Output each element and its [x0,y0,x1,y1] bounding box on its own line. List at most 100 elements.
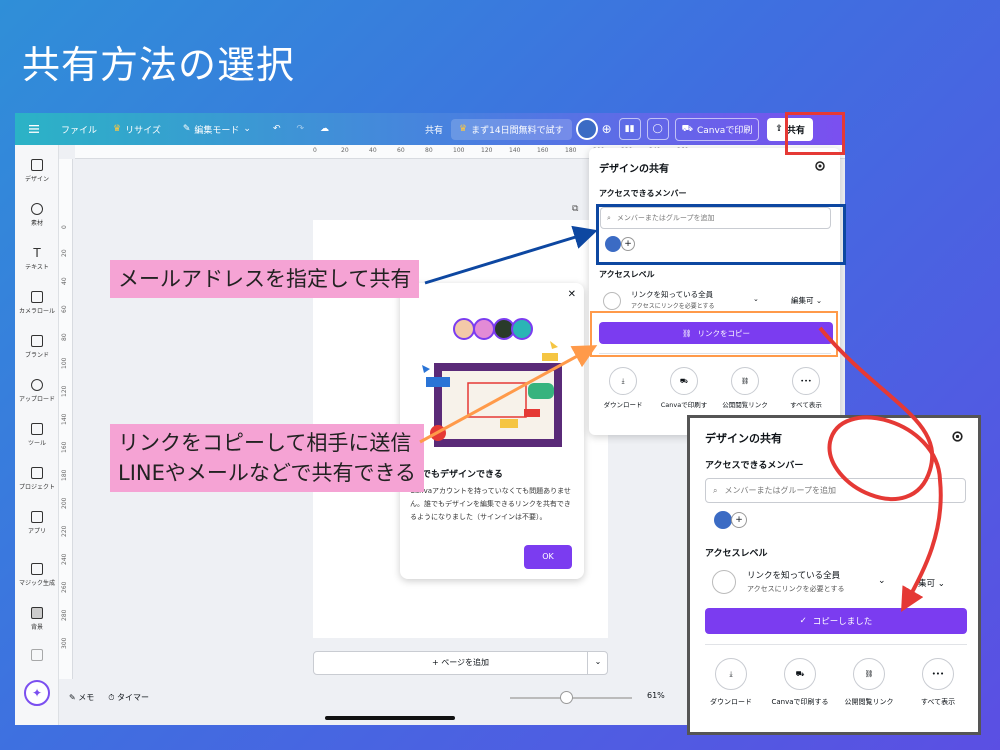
bar-chart-icon: ▮▮ [618,118,641,140]
action-label: ダウンロード [710,698,752,706]
search-placeholder: メンバーまたはグループを追加 [616,214,715,222]
sparkle-icon: ✦ [31,686,43,700]
action-label: ダウンロード [603,401,643,409]
access-option: リンクを知っている全員 [631,290,714,299]
sidebar-item-uploads[interactable]: アップロード [15,379,59,403]
chevron-down-icon: ⌄ [815,296,823,305]
ruler-tick-label: 140 [61,413,68,425]
members-label: アクセスできるメンバー [599,189,687,198]
close-icon[interactable]: ✕ [568,289,576,300]
avatar[interactable] [605,236,621,252]
timer-label: タイマー [117,692,150,702]
download-icon: ⤓ [609,367,637,395]
ruler-tick-label: 80 [61,333,68,341]
gear-icon[interactable] [814,160,826,172]
gear-icon[interactable] [951,430,964,443]
pencil-icon: ✎ [182,124,191,134]
avatar[interactable] [575,118,598,140]
sidebar-item-projects[interactable]: プロジェクト [15,467,59,491]
sidebar-item-text[interactable]: T テキスト [15,247,59,271]
share-button[interactable]: ⇪ 共有 [767,117,813,141]
undo-button[interactable]: ↶ [259,124,289,134]
link-icon: ⛓ [853,658,885,690]
file-menu[interactable]: ファイル [53,123,105,136]
ruler-tick-label: 120 [61,385,68,397]
collaborators[interactable]: ⊕ [572,118,616,140]
zoom-level[interactable]: 61% [647,691,665,700]
add-page-options-button[interactable]: ⌄ [587,651,608,675]
copied-label: コピーしました [812,617,873,627]
callout-text-line1: リンクをコピーして相手に送信 [118,431,412,455]
member-search-input[interactable]: ⌕ メンバーまたはグループを追加 [705,478,966,503]
share-panel-title: デザインの共有 [599,164,669,175]
copy-page-icon[interactable]: ⧉ [572,204,578,214]
magic-assistant-button[interactable]: ✦ [24,680,50,706]
save-status[interactable]: ☁ [312,124,337,134]
magic-image-icon [31,563,43,575]
ruler-tick-label: 160 [537,147,549,154]
timer-button[interactable]: ⏱ タイマー [108,692,149,703]
add-collaborator-icon[interactable]: ⊕ [602,122,612,136]
print-button[interactable]: ⛟ Canvaで印刷 [674,117,760,141]
download-button[interactable]: ⤓ ダウンロード [698,658,764,707]
sidebar-item-label: デザイン [24,176,49,183]
illustration [422,318,562,447]
sidebar-item-label: 素材 [30,220,43,227]
access-option[interactable]: リンクを知っている全員 [747,569,840,581]
undo-icon: ↶ [272,124,281,134]
access-level-label: アクセスレベル [599,270,655,279]
ruler-tick-label: 180 [565,147,577,154]
menu-button[interactable] [15,125,53,133]
ruler-tick-label: 220 [61,525,68,537]
sidebar-item-brand[interactable]: ブランド [15,335,59,359]
redo-button[interactable]: ↷ [288,124,312,134]
comments-button[interactable]: ◯ [644,118,672,140]
text-icon: T [33,246,41,260]
ok-button[interactable]: OK [524,545,572,569]
permission-dropdown[interactable]: 集可 ⌄ [918,577,945,589]
permission-dropdown[interactable]: 編集可 ⌄ [791,295,822,306]
ruler-tick-label: 160 [61,441,68,453]
member-search-input[interactable]: ⌕ メンバーまたはグループを追加 [600,207,831,229]
edit-mode-dropdown[interactable]: ✎ 編集モード ⌄ [169,123,259,136]
search-placeholder: メンバーまたはグループを追加 [724,486,837,495]
link-icon: ⛓ [731,367,759,395]
bar-chart-icon [31,649,43,661]
see-all-button[interactable]: ••• すべて表示 [777,367,835,410]
sidebar-item-background[interactable]: 背景 [15,607,59,631]
see-all-button[interactable]: ••• すべて表示 [905,658,971,707]
add-page-button[interactable]: + ページを追加 [313,651,608,675]
copied-status-button[interactable]: ✓ コピーしました [705,608,967,634]
public-view-link-button[interactable]: ⛓ 公開閲覧リンク [836,658,902,707]
copy-link-button[interactable]: ⛓ リンクをコピー [599,322,833,344]
print-with-canva-button[interactable]: ⛟ Canvaで印刷する [767,658,833,707]
resize-button[interactable]: ♛ リサイズ [105,123,169,136]
chevron-down-icon[interactable]: ⌄ [878,576,886,586]
sidebar-item-design[interactable]: デザイン [15,159,59,183]
sidebar-item-apps[interactable]: アプリ [15,511,59,535]
sidebar-item-tools[interactable]: ツール [15,423,59,447]
zoom-slider-handle[interactable] [560,691,573,704]
chevron-down-icon: ⌄ [753,295,759,303]
action-label: 公開閲覧リンク [844,698,894,706]
globe-icon [712,570,736,594]
ruler-tick-label: 200 [61,497,68,509]
action-label: 公開閲覧リンク [722,401,768,409]
chevron-down-icon: ⌄ [243,124,251,134]
print-with-canva-button[interactable]: ⛟ Canvaで印刷す [655,367,713,410]
sidebar-item-camera-roll[interactable]: カメラロール [15,291,59,315]
action-label: すべて表示 [790,401,822,409]
download-button[interactable]: ⤓ ダウンロード [594,367,652,410]
add-member-icon[interactable]: + [731,512,747,528]
avatar[interactable] [714,511,732,529]
sidebar-item-charts[interactable] [15,649,59,664]
sidebar-item-elements[interactable]: 素材 [15,203,59,227]
trial-button[interactable]: ♛ まず14日間無料で試す [451,118,572,140]
ruler-tick-label: 140 [509,147,521,154]
public-view-link-button[interactable]: ⛓ 公開閲覧リンク [716,367,774,410]
memo-button[interactable]: ✎ メモ [69,692,94,703]
access-level-selector[interactable]: リンクを知っている全員 アクセスにリンクを必要とする ⌄ 編集可 ⌄ [599,289,831,313]
insights-button[interactable]: ▮▮ [616,118,644,140]
sidebar-item-magic-media[interactable]: マジック生成 [15,563,59,587]
add-member-icon[interactable]: + [621,237,635,251]
